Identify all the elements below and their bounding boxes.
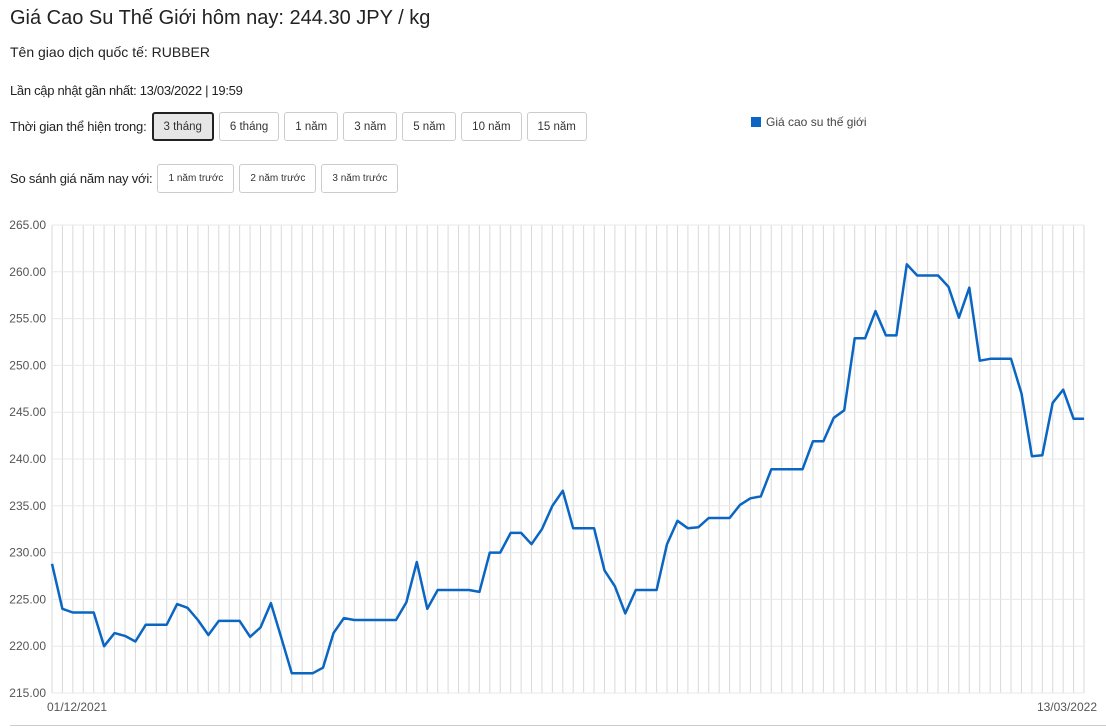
y-tick-label: 240.00 [9, 452, 46, 466]
y-tick-label: 255.00 [9, 312, 46, 326]
y-tick-label: 245.00 [9, 405, 46, 419]
y-tick-label: 235.00 [9, 499, 46, 513]
x-tick-label-end: 13/03/2022 [1037, 700, 1097, 714]
y-tick-label: 215.00 [9, 686, 46, 700]
y-tick-label: 250.00 [9, 358, 46, 372]
y-tick-label: 225.00 [9, 592, 46, 606]
y-tick-label: 265.00 [9, 218, 46, 232]
price-chart: 215.00 220.00 225.00 230.00 235.00 240.00 245.… [9, 218, 1097, 714]
x-tick-label-start: 01/12/2021 [47, 700, 107, 714]
y-tick-label: 260.00 [9, 265, 46, 279]
y-tick-label: 230.00 [9, 546, 46, 560]
price-series-line [50, 263, 1084, 675]
y-tick-label: 220.00 [9, 639, 46, 653]
divider [10, 725, 1106, 726]
